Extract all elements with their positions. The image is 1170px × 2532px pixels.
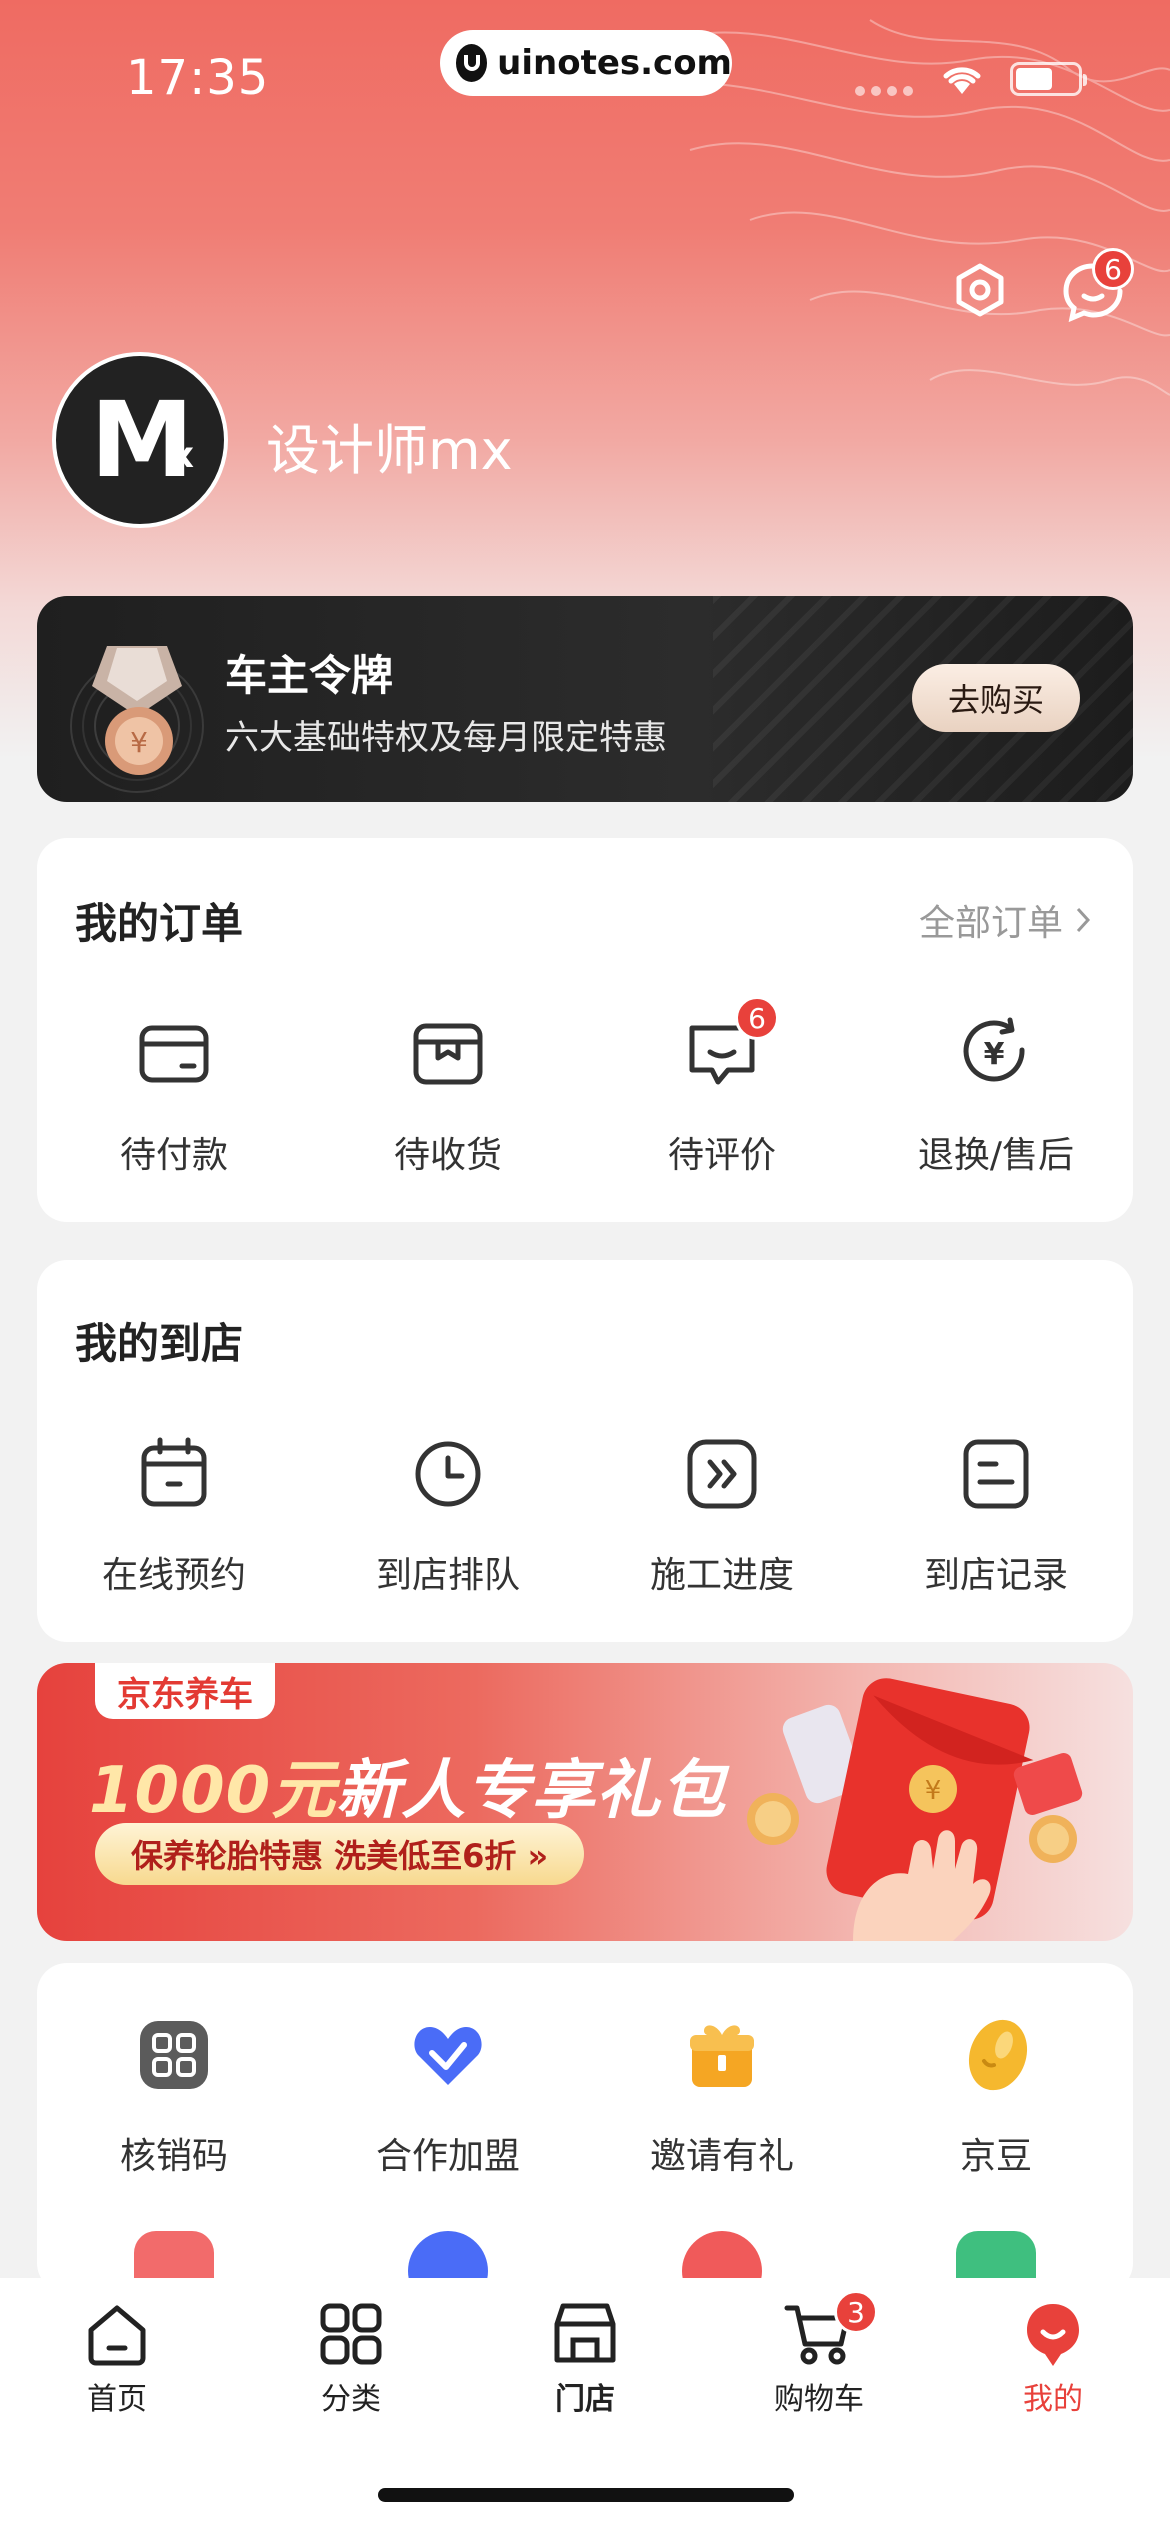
promo-headline-text: 新人专享礼包 <box>336 1754 727 1828</box>
tab-home[interactable]: 首页 <box>0 2298 234 2418</box>
status-time: 17:35 <box>126 50 270 106</box>
home-indicator <box>378 2488 794 2502</box>
wallet-icon <box>139 1025 209 1083</box>
promo-tag: 京东养车 <box>95 1663 275 1719</box>
promo-pill: 保养轮胎特惠 洗美低至6折 » <box>95 1823 585 1885</box>
all-orders-label: 全部订单 <box>918 903 1063 944</box>
tool-label: 京豆 <box>959 2136 1032 2177</box>
service-progress[interactable]: 施工进度 <box>585 1434 859 1598</box>
medal-icon: ¥ <box>70 646 204 793</box>
tab-cart[interactable]: 3 购物车 <box>702 2290 936 2418</box>
order-pending-payment[interactable]: 待付款 <box>37 1014 311 1178</box>
record-icon <box>963 1439 1029 1509</box>
store-icon <box>554 2303 616 2363</box>
refund-icon: ¥ <box>963 1017 1025 1082</box>
tab-label: 我的 <box>1023 2382 1083 2417</box>
store-label: 到店排队 <box>375 1555 520 1596</box>
membership-banner[interactable]: ¥ 车主令牌 六大基础特权及每月限定特惠 去购买 <box>37 596 1133 802</box>
signal-icon <box>855 86 913 96</box>
wifi-icon <box>943 67 981 94</box>
tab-label: 门店 <box>555 2382 615 2417</box>
avatar[interactable]: M x <box>52 352 228 528</box>
membership-title: 车主令牌 <box>225 651 394 700</box>
promo-headline: 1000元新人专享礼包 <box>89 1739 726 1831</box>
handshake-icon <box>414 2027 482 2085</box>
chevron-right-icon <box>1076 907 1091 933</box>
username[interactable]: 设计师mx <box>266 406 513 485</box>
store-label: 到店记录 <box>923 1555 1068 1596</box>
order-after-sales[interactable]: ¥ 退换/售后 <box>859 1014 1133 1178</box>
watermark-text: uinotes.com <box>497 43 732 83</box>
settings-icon[interactable] <box>952 262 1008 318</box>
avatar-logo-x: x <box>170 435 194 476</box>
gift-icon <box>690 2025 754 2087</box>
membership-subtitle: 六大基础特权及每月限定特惠 <box>225 718 667 758</box>
bean-icon <box>968 2019 1028 2091</box>
svg-text:¥: ¥ <box>984 1037 1005 1072</box>
tools-card: 核销码 合作加盟 邀请有礼 京豆 <box>37 1963 1133 2311</box>
calendar-icon <box>141 1437 207 1507</box>
franchise-join[interactable]: 合作加盟 <box>311 2015 585 2179</box>
category-icon <box>320 2303 382 2365</box>
qrcode-icon <box>140 2021 208 2089</box>
store-label: 在线预约 <box>101 1555 246 1596</box>
tab-label: 首页 <box>87 2382 147 2417</box>
buy-button[interactable]: 去购买 <box>912 664 1080 732</box>
tab-category[interactable]: 分类 <box>234 2298 468 2418</box>
store-visits-title: 我的到店 <box>75 1319 244 1368</box>
tab-profile[interactable]: 我的 <box>936 2298 1170 2418</box>
store-queue[interactable]: 到店排队 <box>311 1434 585 1598</box>
clock-icon <box>415 1441 481 1507</box>
visit-records[interactable]: 到店记录 <box>859 1434 1133 1598</box>
svg-text:¥: ¥ <box>130 726 148 759</box>
jd-beans[interactable]: 京豆 <box>859 2015 1133 2179</box>
order-label: 待收货 <box>393 1135 502 1176</box>
profile-icon <box>1027 2304 1079 2366</box>
store-visits-card: 我的到店 在线预约 到店排队 施工进度 到店记录 <box>37 1260 1133 1642</box>
battery-icon <box>1010 62 1087 96</box>
all-orders-link[interactable]: 全部订单 <box>919 894 1091 946</box>
progress-icon <box>687 1439 757 1509</box>
order-label: 退换/售后 <box>917 1135 1075 1176</box>
review-badge: 6 <box>735 996 779 1040</box>
order-pending-review[interactable]: 6 待评价 <box>585 996 859 1178</box>
svg-text:¥: ¥ <box>925 1776 942 1806</box>
tool-label: 邀请有礼 <box>649 2136 794 2177</box>
verification-code[interactable]: 核销码 <box>37 2015 311 2179</box>
online-booking[interactable]: 在线预约 <box>37 1434 311 1598</box>
tab-store[interactable]: 门店 <box>468 2298 702 2418</box>
tool-label: 核销码 <box>119 2136 228 2177</box>
order-pending-receipt[interactable]: 待收货 <box>311 1014 585 1178</box>
cart-badge: 3 <box>834 2290 878 2334</box>
promo-banner[interactable]: 京东养车 1000元新人专享礼包 保养轮胎特惠 洗美低至6折 » ¥ <box>37 1663 1133 1941</box>
orders-card: 我的订单 全部订单 待付款 待收货 6 待评价 ¥ 退换/售后 <box>37 838 1133 1222</box>
tool-label: 合作加盟 <box>375 2136 520 2177</box>
watermark-badge: uinotes.com <box>440 30 732 96</box>
home-icon <box>88 2305 146 2366</box>
invite-gift[interactable]: 邀请有礼 <box>585 2015 859 2179</box>
tab-label: 购物车 <box>774 2382 864 2417</box>
order-label: 待评价 <box>667 1135 776 1176</box>
package-icon <box>413 1023 483 1085</box>
red-envelope-illustration: ¥ <box>747 1678 1083 1941</box>
message-badge: 6 <box>1092 248 1134 290</box>
tab-label: 分类 <box>321 2382 381 2417</box>
order-label: 待付款 <box>119 1135 228 1176</box>
promo-amount: 1000元 <box>89 1754 337 1828</box>
watermark-logo-icon <box>456 44 488 82</box>
store-label: 施工进度 <box>649 1555 794 1596</box>
orders-title: 我的订单 <box>75 899 244 948</box>
